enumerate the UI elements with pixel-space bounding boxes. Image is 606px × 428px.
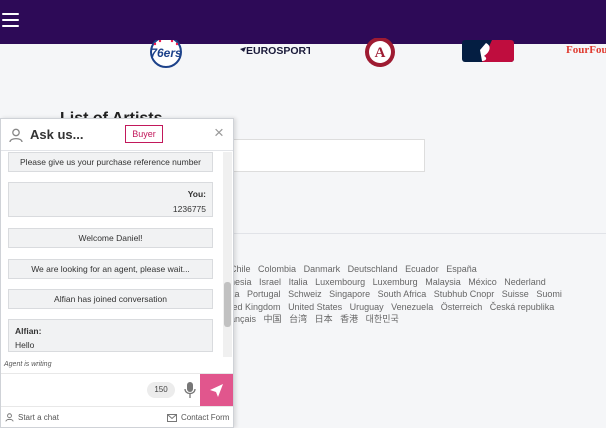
envelope-icon: [167, 413, 177, 422]
country-link[interactable]: ted Kingdom: [230, 302, 281, 312]
country-link[interactable]: 中国: [264, 314, 282, 324]
system-message: Please give us your purchase reference n…: [8, 152, 213, 172]
chat-title: Ask us...: [30, 127, 84, 142]
country-row: Chile Colombia Danmark Deutschland Ecuad…: [230, 263, 550, 276]
start-chat-link[interactable]: Start a chat: [5, 413, 59, 422]
country-link[interactable]: 香港: [340, 314, 358, 324]
logo-76ers[interactable]: 76ers: [146, 40, 186, 70]
message-text: 1236775: [172, 204, 206, 214]
country-row: ted Kingdom United States Uruguay Venezu…: [230, 301, 554, 314]
system-message: Alfian has joined conversation: [8, 289, 213, 309]
svg-text:FourFou: FourFou: [566, 44, 606, 56]
chat-widget: Ask us... Buyer × Please give us your pu…: [0, 118, 234, 428]
close-icon[interactable]: ×: [212, 124, 226, 141]
system-message: Welcome Daniel!: [8, 228, 213, 248]
chat-messages: Please give us your purchase reference n…: [1, 152, 233, 357]
chat-input-row[interactable]: 150: [1, 373, 233, 407]
user-message: You: 1236775: [8, 182, 213, 217]
country-link[interactable]: España: [446, 264, 477, 274]
svg-text:EUROSPORT: EUROSPORT: [246, 45, 310, 57]
country-link[interactable]: 日本: [315, 314, 333, 324]
user-icon: [9, 128, 23, 143]
divider: [230, 233, 606, 234]
chat-footer: Start a chat Contact Form: [1, 406, 233, 428]
country-link[interactable]: South Africa: [378, 289, 427, 299]
start-chat-label: Start a chat: [18, 413, 59, 422]
message-author: You:: [187, 189, 206, 199]
svg-text:A: A: [375, 45, 386, 61]
message-author: Alfian:: [15, 326, 42, 336]
country-link[interactable]: Luxemburg: [373, 277, 418, 287]
artist-search-input[interactable]: [230, 139, 425, 172]
country-link[interactable]: 台湾: [289, 314, 307, 324]
country-link[interactable]: Danmark: [304, 264, 341, 274]
char-count: 150: [147, 382, 175, 398]
country-link[interactable]: Nederland: [504, 277, 546, 287]
contact-form-label: Contact Form: [181, 413, 230, 422]
logo-alabama[interactable]: A: [359, 38, 401, 70]
scroll-thumb[interactable]: [224, 282, 231, 327]
country-link[interactable]: Suomi: [536, 289, 562, 299]
country-link[interactable]: Uruguay: [350, 302, 384, 312]
country-link[interactable]: Israel: [259, 277, 281, 287]
country-link[interactable]: Schweiz: [288, 289, 322, 299]
country-link[interactable]: Singapore: [329, 289, 370, 299]
agent-message: Alfian: Hello: [8, 319, 213, 352]
country-link[interactable]: Venezuela: [391, 302, 433, 312]
country-link[interactable]: Colombia: [258, 264, 296, 274]
country-link[interactable]: United States: [288, 302, 342, 312]
logo-eurosport[interactable]: EUROSPORT: [240, 43, 310, 59]
message-text: Hello: [15, 340, 35, 350]
chat-header: Ask us... Buyer ×: [1, 119, 233, 151]
country-link[interactable]: Österreich: [441, 302, 483, 312]
user-icon: [5, 413, 14, 422]
country-row: ka Portugal Schweiz Singapore South Afri…: [230, 288, 562, 301]
system-message: We are looking for an agent, please wait…: [8, 259, 213, 279]
country-link[interactable]: Deutschland: [348, 264, 398, 274]
country-link[interactable]: Luxembourg: [315, 277, 365, 287]
partner-logos: 76ers EUROSPORT A FourFou: [0, 38, 606, 106]
chat-scrollbar[interactable]: [223, 152, 232, 357]
country-link[interactable]: Malaysia: [425, 277, 461, 287]
country-link[interactable]: Portugal: [247, 289, 281, 299]
send-icon: [210, 384, 223, 397]
top-nav-bar: [0, 0, 606, 44]
typing-status: Agent is writing: [4, 361, 52, 368]
contact-form-link[interactable]: Contact Form: [167, 413, 229, 422]
buyer-badge[interactable]: Buyer: [125, 125, 163, 143]
hamburger-icon[interactable]: [2, 13, 19, 29]
country-link[interactable]: Stubhub Cnopr: [434, 289, 495, 299]
logo-fourfour[interactable]: FourFou: [566, 42, 606, 58]
svg-text:76ers: 76ers: [150, 46, 182, 60]
microphone-icon[interactable]: [184, 381, 196, 399]
country-link[interactable]: Ecuador: [405, 264, 439, 274]
logo-mlb[interactable]: [462, 40, 514, 64]
country-row: ançais 中国 台湾 日本 香港 대한민국: [230, 313, 550, 326]
country-row: nesia Israel Italia Luxembourg Luxemburg…: [230, 276, 550, 289]
send-button[interactable]: [200, 374, 233, 407]
country-link[interactable]: Suisse: [502, 289, 529, 299]
country-link[interactable]: México: [468, 277, 497, 287]
country-list: Chile Colombia Danmark Deutschland Ecuad…: [230, 263, 562, 326]
country-link[interactable]: 대한민국: [366, 314, 399, 324]
country-link[interactable]: Italia: [289, 277, 308, 287]
country-link[interactable]: Česká republika: [490, 302, 555, 312]
